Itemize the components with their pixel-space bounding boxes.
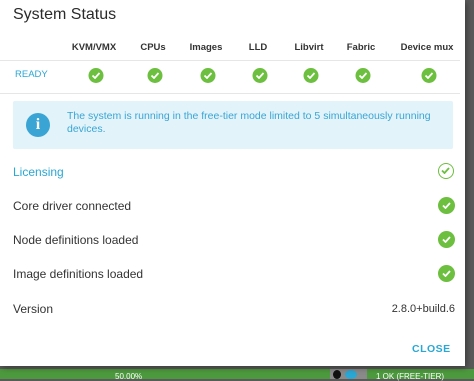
background-license-text: 1 OK (FREE-TIER) <box>376 372 445 381</box>
info-icon: i <box>26 113 50 137</box>
image-definitions-label: Image definitions loaded <box>13 267 144 281</box>
check-icon <box>200 68 216 83</box>
background-progress-text: 50.00% <box>115 372 143 381</box>
column-header-images: Images <box>189 42 223 53</box>
version-row: Version 2.8.0+build.6 <box>0 299 465 321</box>
check-icon <box>303 68 319 83</box>
close-button[interactable]: CLOSE <box>412 343 451 355</box>
background-progress-bar <box>0 369 330 379</box>
check-icon <box>355 68 371 83</box>
check-circle-icon <box>438 231 455 248</box>
background-indicator-icon <box>333 370 341 379</box>
column-header-kvm-vmx: KVM/VMX <box>71 42 117 53</box>
dialog-title: System Status <box>13 6 117 23</box>
column-header-cpus: CPUs <box>140 42 166 53</box>
column-header-lld: LLD <box>248 42 268 53</box>
check-circle-icon <box>438 197 455 214</box>
check-icon <box>421 68 437 83</box>
check-icon <box>88 68 104 83</box>
node-definitions-label: Node definitions loaded <box>13 233 139 247</box>
column-header-device-mux: Device mux <box>400 42 454 53</box>
check-circle-icon <box>438 163 454 179</box>
ready-label: READY <box>15 69 48 80</box>
check-circle-icon <box>438 265 455 282</box>
licensing-link[interactable]: Licensing <box>13 165 64 179</box>
status-table-row: READY <box>0 61 460 94</box>
image-definitions-row: Image definitions loaded <box>0 264 465 286</box>
status-table-header: KVM/VMX CPUs Images LLD Libvirt Fabric D… <box>0 36 460 61</box>
check-icon <box>147 68 163 83</box>
node-definitions-row: Node definitions loaded <box>0 230 465 252</box>
version-value: 2.8.0+build.6 <box>391 303 455 315</box>
core-driver-row: Core driver connected <box>0 196 465 218</box>
licensing-row[interactable]: Licensing <box>0 162 465 184</box>
info-message: The system is running in the free-tier m… <box>67 110 431 135</box>
column-header-fabric: Fabric <box>346 42 376 53</box>
version-label: Version <box>13 302 54 316</box>
check-icon <box>252 68 268 83</box>
info-banner: i The system is running in the free-tier… <box>13 101 453 149</box>
status-table: KVM/VMX CPUs Images LLD Libvirt Fabric D… <box>0 36 460 94</box>
core-driver-label: Core driver connected <box>13 199 132 213</box>
system-status-dialog: System Status KVM/VMX CPUs Images LLD Li… <box>0 0 465 366</box>
background-badge-icon <box>345 370 357 379</box>
column-header-libvirt: Libvirt <box>294 42 324 53</box>
